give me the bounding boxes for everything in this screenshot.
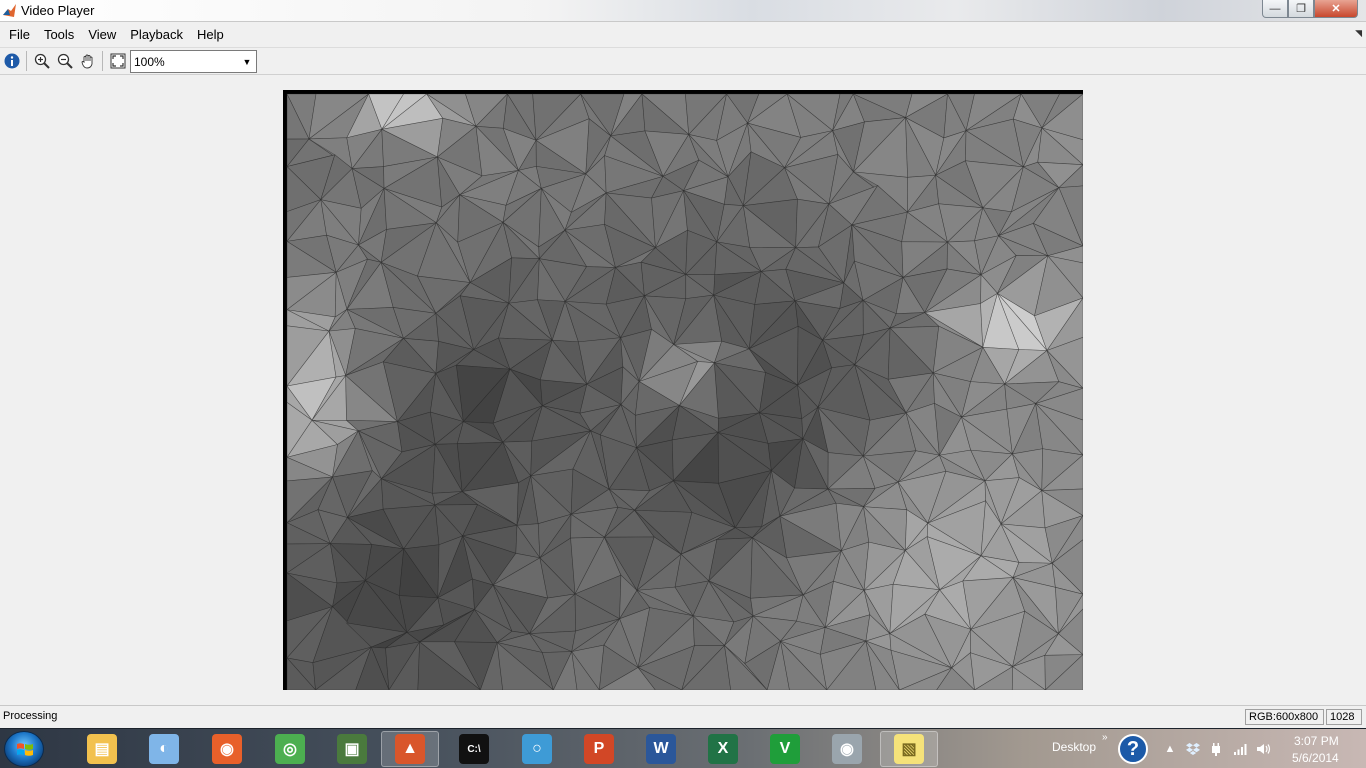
- menu-bar: File Tools View Playback Help ◥: [0, 23, 1366, 46]
- taskbar-app-excel[interactable]: X: [694, 731, 752, 767]
- zoom-level-select[interactable]: 100% ▼: [130, 50, 257, 73]
- taskbar-app-powerpoint[interactable]: P: [570, 731, 628, 767]
- status-bar: Processing RGB:600x800 1028: [0, 705, 1366, 727]
- taskbar-app-sticky-notes[interactable]: ▧: [880, 731, 938, 767]
- monitor-icon: ▣: [337, 734, 367, 764]
- video-frame[interactable]: [283, 90, 1083, 690]
- taskbar-app-windows-explorer[interactable]: ▤: [73, 731, 131, 767]
- matlab-icon: ▲: [395, 734, 425, 764]
- folder-icon: ▤: [87, 734, 117, 764]
- show-hidden-icons-icon[interactable]: ▲: [1162, 741, 1178, 757]
- title-bar: Video Player ― ❐ ✕: [0, 0, 1366, 22]
- windows-taskbar: ▤ ◐ ◉ ◎ ▣ ▲ C:\ ○ P W X V ◉ ▧ Desktop » ? ▲ 3:07 PM 5…: [0, 728, 1366, 768]
- taskbar-app-command-prompt[interactable]: C:\: [445, 731, 503, 767]
- taskbar-app-firefox[interactable]: ◉: [198, 731, 256, 767]
- pan-button[interactable]: [77, 50, 99, 72]
- taskbar-app-word[interactable]: W: [632, 731, 690, 767]
- minimize-button[interactable]: ―: [1262, 0, 1288, 18]
- windows-logo-icon: [17, 743, 33, 756]
- maximize-button[interactable]: ❐: [1288, 0, 1314, 18]
- toolbar-separator: [26, 51, 27, 71]
- cmd-icon: C:\: [459, 734, 489, 764]
- clock-time[interactable]: 3:07 PM: [1294, 734, 1339, 748]
- dropdown-arrow-icon: ▼: [242, 56, 252, 67]
- minimize-icon: ―: [1269, 2, 1281, 15]
- taskbar-app-eye-app[interactable]: ◉: [818, 731, 876, 767]
- help-question-icon[interactable]: ?: [1118, 734, 1148, 764]
- info-icon: [4, 53, 20, 69]
- taskbar-app-task-manager[interactable]: ▣: [323, 731, 381, 767]
- window-title: Video Player: [21, 3, 95, 18]
- pan-hand-icon: [81, 54, 93, 69]
- toolbar-separator: [102, 51, 103, 71]
- zoom-in-icon: [34, 53, 50, 69]
- dropbox-icon[interactable]: [1185, 741, 1201, 757]
- video-frame-image: [283, 90, 1083, 690]
- status-message: Processing: [3, 710, 58, 722]
- close-icon: ✕: [1331, 3, 1341, 15]
- restore-icon: ❐: [1296, 3, 1306, 15]
- taskbar-app-app-circle[interactable]: ○: [508, 731, 566, 767]
- chrome-icon: ◎: [275, 734, 305, 764]
- close-button[interactable]: ✕: [1314, 0, 1358, 18]
- firefox-icon: ◉: [212, 734, 242, 764]
- matlab-app-icon: [3, 4, 16, 17]
- word-icon: W: [646, 734, 676, 764]
- menu-playback[interactable]: Playback: [123, 25, 190, 44]
- menu-tools[interactable]: Tools: [37, 25, 81, 44]
- power-plug-icon[interactable]: [1208, 741, 1224, 757]
- menu-help[interactable]: Help: [190, 25, 231, 44]
- volume-icon[interactable]: [1256, 741, 1272, 757]
- clock-date[interactable]: 5/6/2014: [1292, 751, 1339, 765]
- taskbar-app-chrome[interactable]: ◎: [261, 731, 319, 767]
- globe-icon: ○: [522, 734, 552, 764]
- frame-number-field: 1028: [1326, 709, 1362, 725]
- zoom-in-button[interactable]: [31, 50, 53, 72]
- zoom-out-icon: [57, 53, 73, 69]
- fit-to-window-button[interactable]: [107, 50, 129, 72]
- paint-palette-icon: ◐: [149, 734, 179, 764]
- sticky-notes-icon: ▧: [894, 734, 924, 764]
- menu-file[interactable]: File: [2, 25, 37, 44]
- taskbar-app-vfm[interactable]: V: [756, 731, 814, 767]
- taskbar-app-paint[interactable]: ◐: [135, 731, 193, 767]
- powerpoint-icon: P: [584, 734, 614, 764]
- info-button[interactable]: [1, 50, 23, 72]
- menu-view[interactable]: View: [81, 25, 123, 44]
- eye-icon: ◉: [832, 734, 862, 764]
- network-signal-icon[interactable]: [1232, 741, 1248, 757]
- desktop-toolbar-label[interactable]: Desktop: [1052, 740, 1096, 754]
- video-viewer: [0, 76, 1366, 704]
- image-info-field: RGB:600x800: [1245, 709, 1324, 725]
- chevron-right-icon[interactable]: »: [1102, 732, 1108, 743]
- taskbar-app-matlab[interactable]: ▲: [381, 731, 439, 767]
- vfm-icon: V: [770, 734, 800, 764]
- undock-arrow-icon[interactable]: ◥: [1355, 28, 1362, 39]
- toolbar: 100% ▼: [0, 47, 1366, 75]
- zoom-level-value: 100%: [134, 54, 165, 69]
- start-button[interactable]: [4, 731, 44, 767]
- fit-to-window-icon: [110, 53, 126, 69]
- zoom-out-button[interactable]: [54, 50, 76, 72]
- excel-icon: X: [708, 734, 738, 764]
